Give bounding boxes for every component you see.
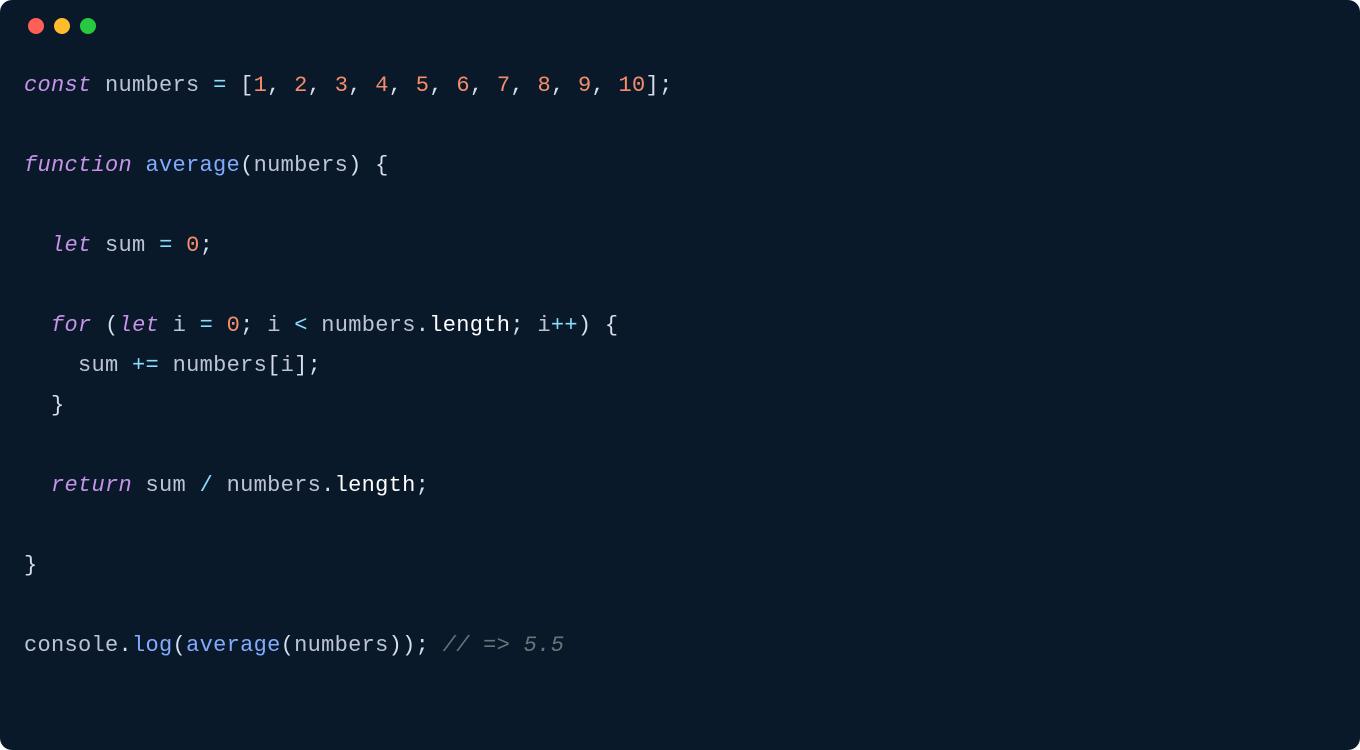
code-content[interactable]: const numbers = [1, 2, 3, 4, 5, 6, 7, 8,… [0,34,1360,690]
code-line-15: console.log(average(numbers)); // => 5.5 [24,633,564,658]
code-line-8: sum += numbers[i]; [24,353,321,378]
code-line-3: function average(numbers) { [24,153,389,178]
code-window: const numbers = [1, 2, 3, 4, 5, 6, 7, 8,… [0,0,1360,750]
code-line-13: } [24,553,38,578]
minimize-icon[interactable] [54,18,70,34]
maximize-icon[interactable] [80,18,96,34]
code-line-7: for (let i = 0; i < numbers.length; i++)… [24,313,618,338]
code-line-5: let sum = 0; [24,233,213,258]
code-line-11: return sum / numbers.length; [24,473,429,498]
code-line-1: const numbers = [1, 2, 3, 4, 5, 6, 7, 8,… [24,73,673,98]
close-icon[interactable] [28,18,44,34]
traffic-lights [0,0,1360,34]
code-line-9: } [24,393,65,418]
